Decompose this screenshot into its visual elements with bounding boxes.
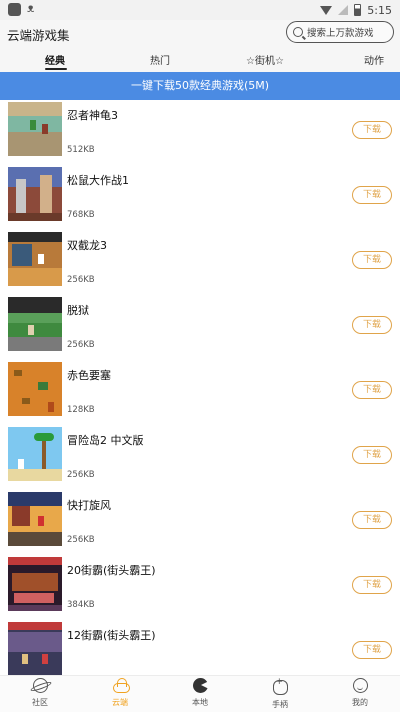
tab-hot[interactable]: 热门 (150, 52, 170, 67)
game-name: 冒险岛2 中文版 (67, 434, 144, 447)
game-size: 128KB (67, 405, 95, 415)
nav-gamepad[interactable]: 手柄 (260, 677, 300, 710)
pacman-icon (192, 678, 209, 693)
wifi-icon (320, 5, 333, 15)
list-item[interactable]: 赤色要塞 128KB 下载 (0, 360, 400, 425)
search-icon (293, 27, 303, 37)
game-name: 12街霸(街头霸王) (67, 629, 156, 642)
download-button[interactable]: 下载 (352, 381, 392, 399)
game-name: 双截龙3 (67, 239, 107, 252)
bug-icon: ᴥ (27, 1, 35, 15)
active-tab-indicator (45, 68, 67, 70)
game-size: 256KB (67, 340, 95, 350)
status-time: 5:15 (367, 3, 392, 17)
list-item[interactable]: 20街霸(街头霸王) 384KB 下载 (0, 555, 400, 620)
list-item[interactable]: 双截龙3 256KB 下载 (0, 230, 400, 295)
game-size: 256KB (67, 275, 95, 285)
app-title: 云端游戏集 (7, 28, 70, 43)
bottom-nav: 社区 云端 本地 手柄 我的 (0, 675, 400, 712)
game-size: 256KB (67, 535, 95, 545)
game-name: 脱狱 (67, 304, 89, 317)
game-size: 256KB (67, 470, 95, 480)
game-thumbnail (8, 622, 62, 675)
search-input[interactable]: 搜索上万款游戏 (286, 21, 394, 43)
face-icon (352, 678, 368, 693)
status-right: 5:15 (320, 3, 392, 17)
download-button[interactable]: 下载 (352, 641, 392, 659)
game-thumbnail (8, 362, 62, 416)
game-size: 512KB (67, 145, 95, 155)
download-button[interactable]: 下载 (352, 511, 392, 529)
download-button[interactable]: 下载 (352, 186, 392, 204)
game-name: 赤色要塞 (67, 369, 111, 382)
tab-action[interactable]: 动作 (364, 52, 384, 67)
nav-label: 云端 (112, 698, 128, 707)
game-thumbnail (8, 102, 62, 156)
game-thumbnail (8, 297, 62, 351)
nav-label: 本地 (192, 698, 208, 707)
notification-square-icon (8, 3, 21, 16)
status-bar: ᴥ 5:15 (0, 0, 400, 20)
nav-cloud[interactable]: 云端 (100, 678, 140, 708)
game-name: 20街霸(街头霸王) (67, 564, 156, 577)
game-thumbnail (8, 557, 62, 611)
list-item[interactable]: 忍者神龟3 512KB 下载 (0, 100, 400, 165)
gamepad-icon (272, 677, 288, 695)
list-item[interactable]: 12街霸(街头霸王) 下载 (0, 620, 400, 675)
game-thumbnail (8, 167, 62, 221)
game-list: 忍者神龟3 512KB 下载 松鼠大作战1 768KB 下载 双截龙3 256K… (0, 100, 400, 675)
planet-icon (32, 678, 48, 693)
nav-label: 手柄 (272, 700, 288, 709)
battery-icon (354, 4, 362, 16)
download-button[interactable]: 下载 (352, 316, 392, 334)
cloud-icon (112, 678, 130, 693)
tab-classic[interactable]: 经典 (45, 52, 65, 67)
download-button[interactable]: 下载 (352, 576, 392, 594)
game-size: 768KB (67, 210, 95, 220)
list-item[interactable]: 冒险岛2 中文版 256KB 下载 (0, 425, 400, 490)
category-tabs: 经典 热门 ☆街机☆ 动作 (0, 47, 400, 72)
app-header: 云端游戏集 搜索上万款游戏 (0, 20, 400, 47)
list-item[interactable]: 松鼠大作战1 768KB 下载 (0, 165, 400, 230)
nav-label: 社区 (32, 698, 48, 707)
game-name: 快打旋风 (67, 499, 111, 512)
download-button[interactable]: 下载 (352, 446, 392, 464)
download-button[interactable]: 下载 (352, 251, 392, 269)
nav-local[interactable]: 本地 (180, 678, 220, 708)
search-placeholder: 搜索上万款游戏 (307, 28, 374, 39)
signal-icon (338, 5, 349, 15)
list-item[interactable]: 脱狱 256KB 下载 (0, 295, 400, 360)
list-item[interactable]: 快打旋风 256KB 下载 (0, 490, 400, 555)
game-size: 384KB (67, 600, 95, 610)
nav-label: 我的 (352, 698, 368, 707)
tab-arcade[interactable]: ☆街机☆ (246, 52, 284, 67)
nav-community[interactable]: 社区 (20, 678, 60, 708)
download-all-banner[interactable]: 一键下载50款经典游戏(5M) (0, 72, 400, 100)
game-thumbnail (8, 492, 62, 546)
game-name: 松鼠大作战1 (67, 174, 129, 187)
game-thumbnail (8, 427, 62, 481)
download-button[interactable]: 下载 (352, 121, 392, 139)
nav-mine[interactable]: 我的 (340, 678, 380, 708)
game-name: 忍者神龟3 (67, 109, 118, 122)
game-thumbnail (8, 232, 62, 286)
